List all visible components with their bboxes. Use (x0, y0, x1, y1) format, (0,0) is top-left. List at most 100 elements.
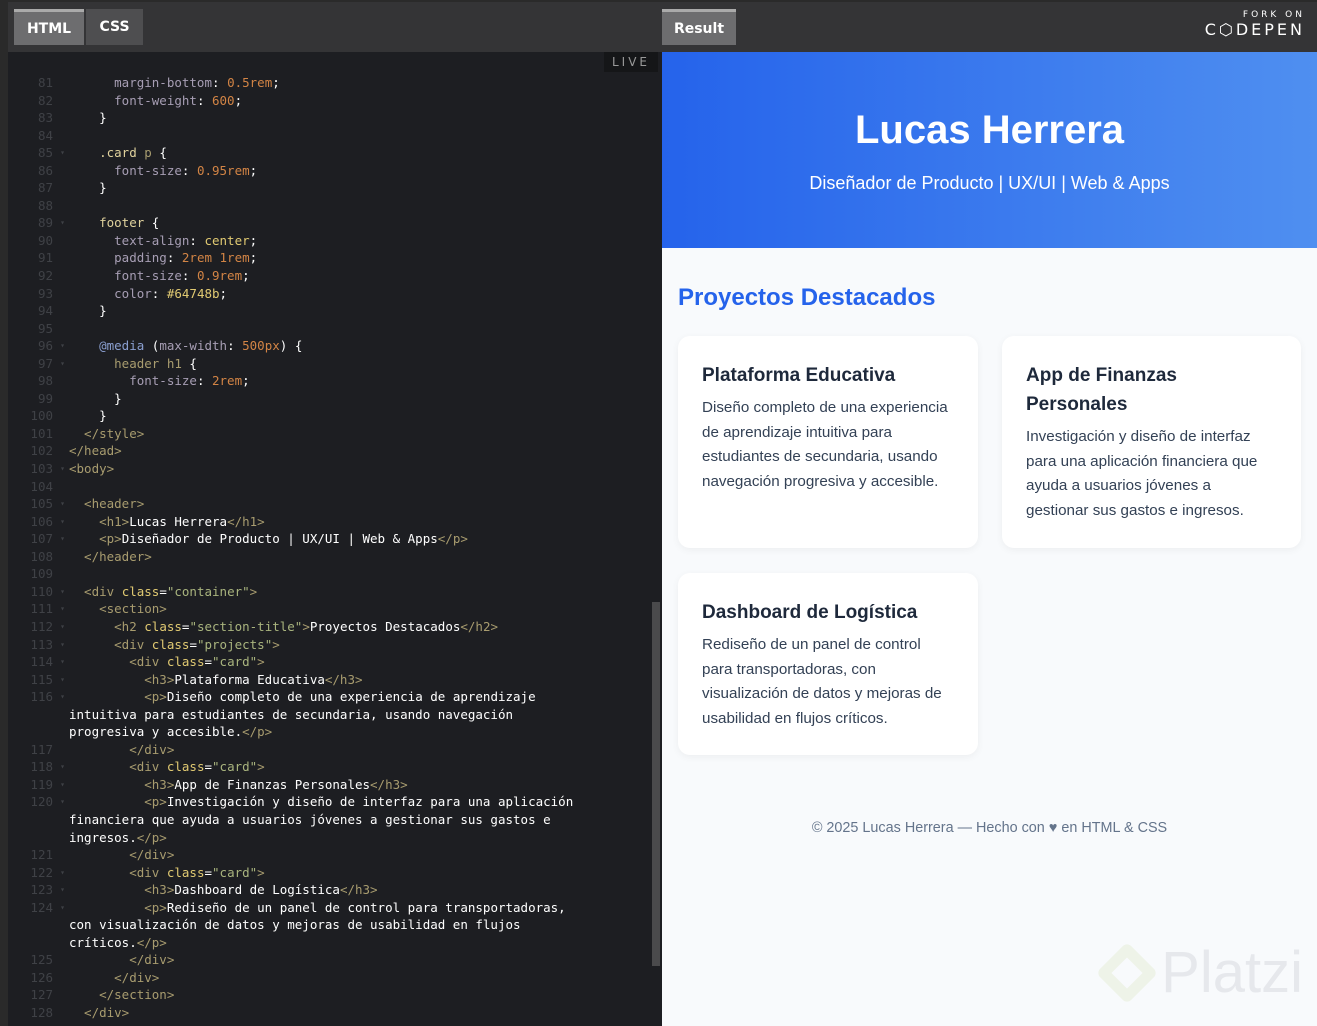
code-token: font-size (69, 373, 197, 389)
page-title: Lucas Herrera (854, 108, 1125, 152)
code-token: > (249, 583, 258, 599)
line-number: 117 (30, 741, 53, 757)
code-text: font-size: 0.95rem; (69, 162, 257, 180)
code-line: 103<body> (8, 460, 648, 478)
code-line: 102 </head> (8, 442, 648, 460)
code-text: </head> (69, 442, 122, 460)
code-line: 105 <header> (8, 495, 648, 513)
code-text: </div> (69, 846, 174, 864)
code-token: : (196, 92, 212, 108)
line-number: 116 (8, 688, 65, 706)
line-number: 85 (8, 144, 65, 162)
code-token: { (144, 215, 160, 231)
code-token: ; (242, 373, 250, 389)
code-token: > (257, 759, 265, 775)
code-token: </p> (136, 934, 167, 950)
code-line: 84 (8, 127, 648, 145)
line-number: 126 (30, 969, 53, 985)
code-token: <h2 (69, 618, 145, 634)
code-token: ; (242, 268, 250, 284)
code-token: </h3> (324, 671, 363, 687)
code-area[interactable]: 81 margin-bottom: 0.5rem; 82 font-weight:… (8, 74, 648, 1022)
code-token: </head> (69, 443, 122, 459)
project-card: App de Finanzas Personales Investigación… (1002, 336, 1301, 548)
code-line: 124 <p>Rediseño de un panel de control p… (8, 899, 648, 917)
code-line: con visualización de datos y mejoras de … (8, 916, 648, 934)
code-text: } (69, 407, 107, 425)
footer-text: © 2025 Lucas Herrera — Hecho con ♥ en HT… (811, 820, 1168, 836)
code-token: 0.9rem (196, 268, 243, 284)
code-text: financiera que ayuda a usuarios jóvenes … (69, 811, 551, 829)
code-token: class (121, 583, 160, 599)
code-line: 87 } (8, 179, 648, 197)
code-line: financiera que ayuda a usuarios jóvenes … (8, 811, 648, 829)
card-title: Dashboard de Logística (702, 602, 918, 623)
code-text: <h3>Plataforma Educativa</h3> (69, 671, 363, 689)
code-text: padding: 2rem 1rem; (69, 249, 257, 267)
code-token: } (69, 408, 107, 424)
code-token: "section-title" (189, 618, 303, 634)
code-text: <h2 class="section-title">Proyectos Dest… (69, 618, 498, 636)
line-number: 108 (30, 548, 53, 564)
code-token: <p> (69, 531, 122, 547)
line-number: 81 (37, 75, 53, 90)
code-token: </div> (69, 969, 160, 985)
code-line: 128 </div> (8, 1004, 648, 1022)
code-line: 96 @media (max-width: 500px) { (8, 337, 648, 355)
code-line: 117 </div> (8, 741, 648, 759)
code-token: ; (219, 285, 228, 301)
code-token: class (151, 636, 190, 652)
code-token: <div (69, 759, 167, 775)
code-token: ; (249, 232, 258, 248)
code-line: ingresos.</p> (8, 829, 648, 847)
card-title: Plataforma Educativa (702, 365, 896, 386)
code-text: font-weight: 600; (69, 92, 242, 110)
code-line: 111 <section> (8, 600, 648, 618)
code-token: <p> (69, 794, 167, 810)
code-token: intuitiva para estudiantes de secundaria… (69, 706, 514, 722)
line-number: 105 (8, 495, 65, 513)
code-token: <h3> (69, 671, 175, 687)
code-token: </style> (69, 425, 145, 441)
code-text: margin-bottom: 0.5rem; (69, 74, 280, 92)
code-line: 121 </div> (8, 846, 648, 864)
card-title: App de Finanzas Personales (1026, 365, 1177, 415)
code-token: @media (69, 338, 145, 354)
code-text: font-size: 2rem; (69, 372, 250, 390)
code-text: color: #64748b; (69, 285, 227, 303)
code-token: <div (69, 583, 122, 599)
fork-on-codepen-link[interactable]: FORK ON C⬡DEPEN (1205, 10, 1305, 39)
project-card: Dashboard de Logística Rediseño de un pa… (678, 573, 978, 755)
tab-css[interactable]: CSS (86, 9, 143, 45)
code-token: > (257, 654, 265, 670)
editor-scrollbar[interactable] (652, 602, 660, 966)
code-token: <div (69, 864, 167, 880)
code-line: 123 <h3>Dashboard de Logística</h3> (8, 881, 648, 899)
line-number: 123 (8, 881, 65, 899)
code-token: </section> (69, 987, 175, 1003)
code-token: críticos. (69, 934, 137, 950)
code-editor-panel: HTML CSS LIVE 81 margin-bottom: 0.5rem; 8… (8, 2, 662, 1026)
code-token: = (204, 864, 213, 880)
code-line: 126 </div> (8, 969, 648, 987)
code-line: 106 <h1>Lucas Herrera</h1> (8, 513, 648, 531)
code-line: 119 <h3>App de Finanzas Personales</h3> (8, 776, 648, 794)
tab-html[interactable]: HTML (14, 9, 84, 45)
code-text: text-align: center; (69, 232, 257, 250)
code-token: </h3> (370, 776, 408, 792)
code-line: 110 <div class="container"> (8, 583, 648, 601)
code-token: 600 (212, 92, 235, 108)
code-token: </h1> (227, 513, 265, 529)
code-token: "container" (166, 583, 250, 599)
code-token: Investigación y diseño de interfaz para … (166, 794, 574, 810)
code-text: } (69, 302, 107, 320)
tab-result[interactable]: Result (662, 9, 736, 45)
code-line: 122 <div class="card"> (8, 864, 648, 882)
code-token: = (204, 759, 213, 775)
code-line: 104 (8, 478, 648, 496)
code-line: 86 font-size: 0.95rem; (8, 162, 648, 180)
line-number: 88 (37, 197, 53, 213)
code-token: : (151, 285, 167, 301)
code-text: font-size: 0.9rem; (69, 267, 250, 285)
code-text: <div class="card"> (69, 653, 265, 671)
